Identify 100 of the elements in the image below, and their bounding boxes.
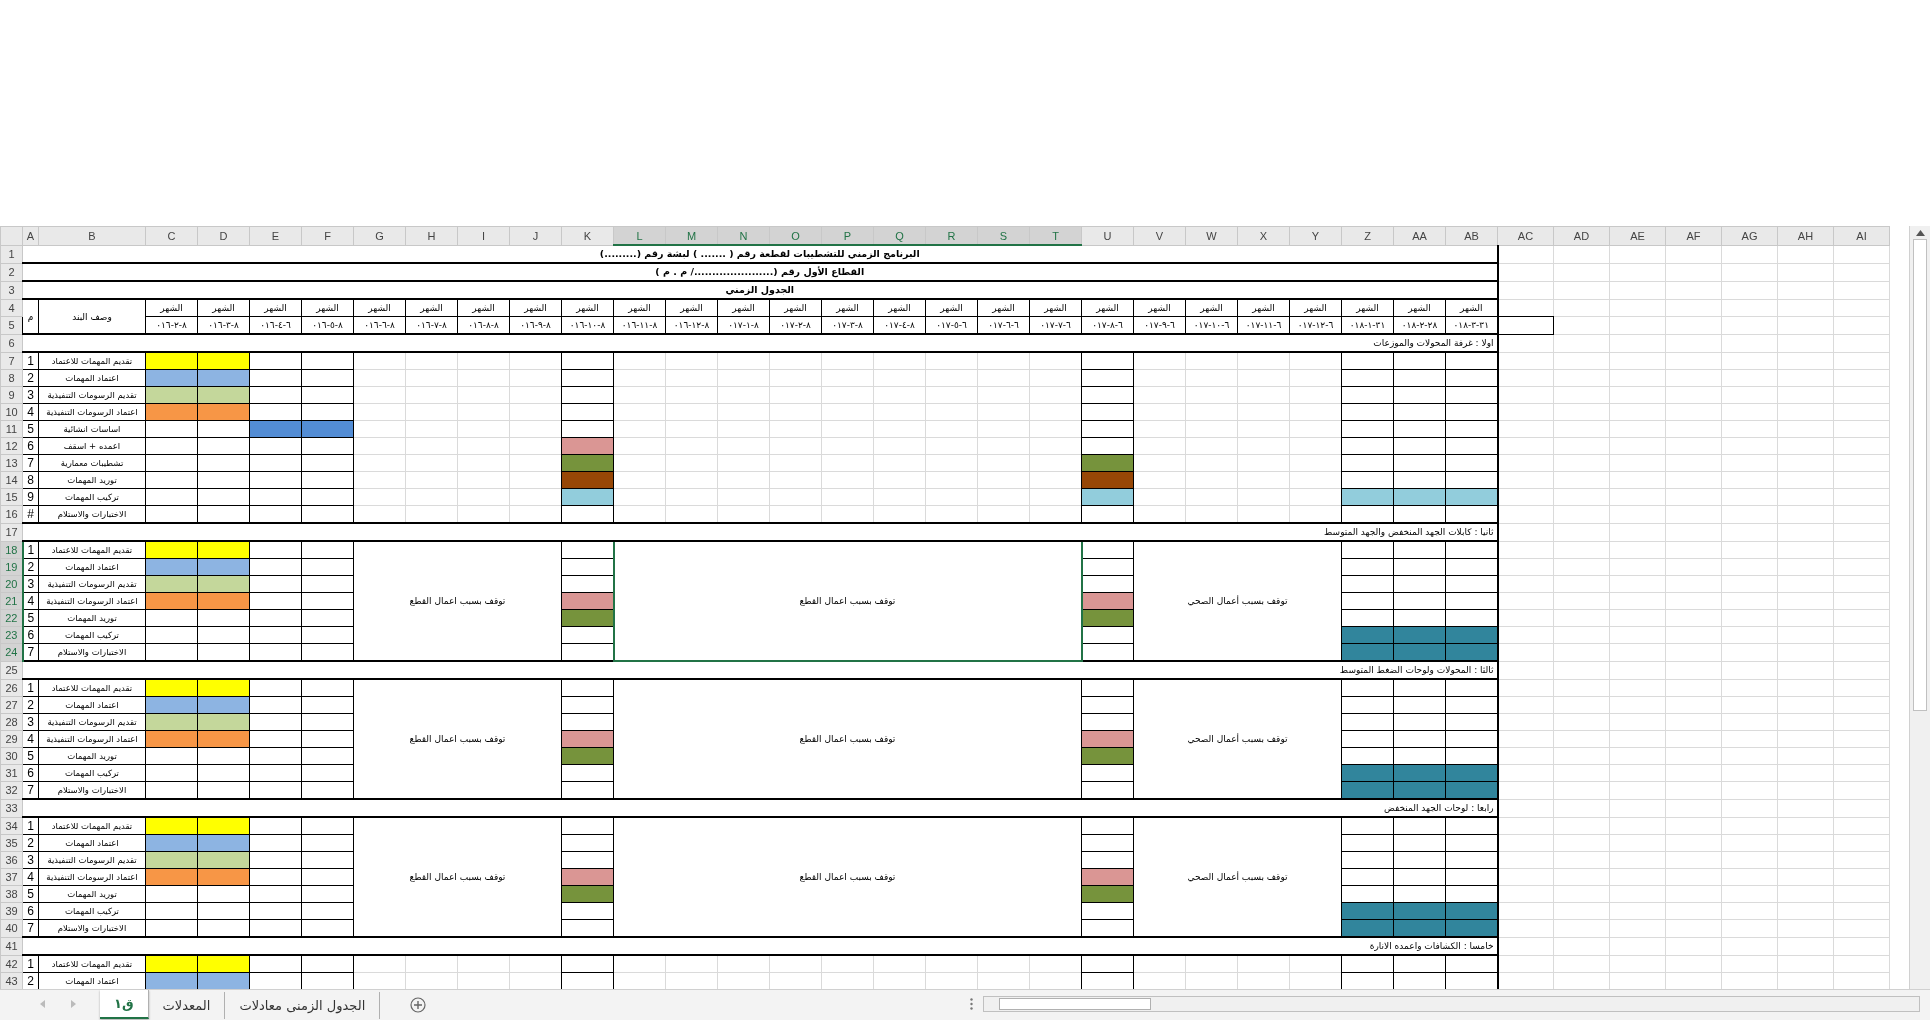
add-sheet-icon[interactable] bbox=[410, 997, 427, 1013]
column-header[interactable]: G bbox=[353, 226, 406, 245]
item-description: تقديم المهمات للاعتماد bbox=[38, 352, 146, 370]
month-heading: الشهر bbox=[405, 299, 458, 317]
column-header[interactable]: D bbox=[197, 226, 250, 245]
column-header[interactable]: U bbox=[1081, 226, 1134, 245]
column-header[interactable]: V bbox=[1133, 226, 1186, 245]
month-heading: الشهر bbox=[821, 299, 874, 317]
column-header[interactable]: C bbox=[145, 226, 198, 245]
item-description: تقديم الرسومات التنفيذية bbox=[38, 575, 146, 593]
column-header[interactable]: Q bbox=[873, 226, 926, 245]
column-header[interactable]: E bbox=[249, 226, 302, 245]
column-header[interactable]: M bbox=[665, 226, 718, 245]
month-date: ٠١٨-٣-٣١ bbox=[1445, 316, 1498, 334]
item-description: تقديم المهمات للاعتماد bbox=[38, 817, 146, 835]
month-heading: الشهر bbox=[925, 299, 978, 317]
month-heading: الشهر bbox=[561, 299, 614, 317]
vertical-scrollbar[interactable] bbox=[1909, 226, 1930, 989]
month-heading: الشهر bbox=[145, 299, 198, 317]
column-header[interactable]: R bbox=[925, 226, 978, 245]
column-header[interactable]: J bbox=[509, 226, 562, 245]
column-header[interactable]: L bbox=[613, 226, 666, 245]
column-header[interactable]: I bbox=[457, 226, 510, 245]
month-date: ٠١٦-٤-٦ bbox=[249, 316, 302, 334]
right-arrow-icon[interactable] bbox=[71, 1000, 76, 1008]
column-header[interactable]: X bbox=[1237, 226, 1290, 245]
column-header[interactable]: W bbox=[1185, 226, 1238, 245]
item-number: 4 bbox=[22, 730, 39, 748]
item-description: تركيب المهمات bbox=[38, 626, 146, 644]
column-header[interactable]: S bbox=[977, 226, 1030, 245]
month-heading: الشهر bbox=[301, 299, 354, 317]
column-header[interactable]: Z bbox=[1341, 226, 1394, 245]
item-number: 3 bbox=[22, 575, 39, 593]
note-cell[interactable]: توقف بسبب اعمال القطع bbox=[613, 541, 1082, 661]
month-date: ٠١٧-٣-٨ bbox=[821, 316, 874, 334]
item-description: توريد المهمات bbox=[38, 471, 146, 489]
item-number: 6 bbox=[22, 437, 39, 455]
horizontal-scrollbar[interactable] bbox=[983, 996, 1920, 1012]
column-header[interactable]: AG bbox=[1721, 226, 1778, 245]
month-heading: الشهر bbox=[1185, 299, 1238, 317]
column-header[interactable]: B bbox=[38, 226, 146, 245]
sheet-title: البرنامج الزمني للتشطيبات لقطعة رقم ( ....... ) لبشة رقم (.........) bbox=[599, 248, 920, 259]
column-header[interactable]: F bbox=[301, 226, 354, 245]
more-icon[interactable] bbox=[970, 998, 973, 1010]
column-header[interactable]: AE bbox=[1609, 226, 1666, 245]
column-header[interactable]: AI bbox=[1833, 226, 1890, 245]
month-heading: الشهر bbox=[1393, 299, 1446, 317]
sheet-tab[interactable]: الجدول الزمنى معادلات bbox=[225, 992, 381, 1019]
left-arrow-icon[interactable] bbox=[40, 1000, 45, 1008]
column-header[interactable]: AD bbox=[1553, 226, 1610, 245]
item-number: 6 bbox=[22, 902, 39, 920]
month-heading: الشهر bbox=[717, 299, 770, 317]
month-date: ٠١٧-١٢-٦ bbox=[1289, 316, 1342, 334]
sheet-tab[interactable]: المعدلات bbox=[148, 992, 226, 1019]
month-date: ٠١٦-٨-٨ bbox=[457, 316, 510, 334]
column-header[interactable]: Y bbox=[1289, 226, 1342, 245]
item-number: 4 bbox=[22, 868, 39, 886]
scroll-thumb[interactable] bbox=[1913, 239, 1927, 711]
month-date: ٠١٧-١٠-٦ bbox=[1185, 316, 1238, 334]
item-description: توريد المهمات bbox=[38, 747, 146, 765]
note-cell[interactable]: توقف بسبب اعمال القطع bbox=[353, 817, 562, 937]
section-title: خامسا : الكشافات واعمده الانارة bbox=[22, 937, 1498, 955]
month-date: ٠١٦-٣-٨ bbox=[197, 316, 250, 334]
column-header[interactable]: T bbox=[1029, 226, 1082, 245]
item-number: 1 bbox=[22, 679, 39, 697]
month-heading: الشهر bbox=[197, 299, 250, 317]
item-number: 5 bbox=[22, 747, 39, 765]
month-heading: الشهر bbox=[1133, 299, 1186, 317]
item-number: 2 bbox=[22, 369, 39, 387]
note-cell[interactable]: توقف بسبب اعمال القطع bbox=[353, 679, 562, 799]
column-header[interactable]: O bbox=[769, 226, 822, 245]
section-title: رابعا : لوحات الجهد المنخفض bbox=[22, 799, 1498, 817]
month-heading: الشهر bbox=[1445, 299, 1498, 317]
column-header[interactable]: AH bbox=[1777, 226, 1834, 245]
item-description: توريد المهمات bbox=[38, 885, 146, 903]
column-header[interactable]: H bbox=[405, 226, 458, 245]
item-description: تشطيبات معمارية bbox=[38, 454, 146, 472]
column-header[interactable]: AC bbox=[1497, 226, 1554, 245]
column-header[interactable]: K bbox=[561, 226, 614, 245]
item-description: اعتماد المهمات bbox=[38, 558, 146, 576]
month-heading: الشهر bbox=[977, 299, 1030, 317]
note-cell[interactable]: توقف بسبب اعمال القطع bbox=[353, 541, 562, 661]
sheet-tab[interactable]: ق١ bbox=[100, 990, 149, 1019]
item-number: 2 bbox=[22, 834, 39, 852]
column-header[interactable]: AF bbox=[1665, 226, 1722, 245]
item-number: 3 bbox=[22, 851, 39, 869]
month-date: ٠١٧-٤-٨ bbox=[873, 316, 926, 334]
month-date: ٠١٦-٥-٨ bbox=[301, 316, 354, 334]
item-number: 4 bbox=[22, 592, 39, 610]
item-description: تقديم الرسومات التنفيذية bbox=[38, 713, 146, 731]
column-header[interactable]: N bbox=[717, 226, 770, 245]
column-header[interactable]: AB bbox=[1445, 226, 1498, 245]
scroll-thumb[interactable] bbox=[999, 998, 1151, 1010]
sheet-title: القطاع الأول رقم (....................../ م . م ) bbox=[655, 266, 865, 277]
column-header[interactable]: P bbox=[821, 226, 874, 245]
item-number: 2 bbox=[22, 558, 39, 576]
item-number: 5 bbox=[22, 885, 39, 903]
up-arrow-icon[interactable] bbox=[1915, 230, 1925, 236]
month-heading: الشهر bbox=[1081, 299, 1134, 317]
column-header[interactable]: AA bbox=[1393, 226, 1446, 245]
